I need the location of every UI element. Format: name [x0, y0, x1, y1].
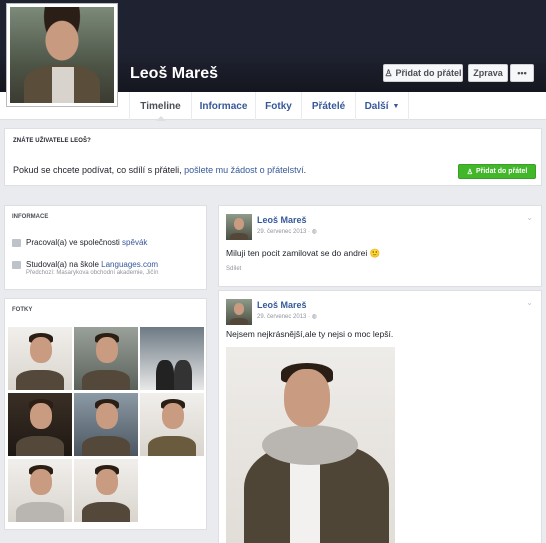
tab-label: Informace: [199, 100, 248, 112]
tab-label: Přátelé: [311, 100, 346, 112]
add-friend-label: Přidat do přátel: [395, 68, 462, 78]
tab-timeline[interactable]: Timeline: [129, 92, 191, 121]
photo-thumb[interactable]: [74, 459, 138, 522]
photo-thumb[interactable]: [140, 393, 204, 456]
chevron-down-icon: ▼: [392, 102, 400, 110]
know-message: Pokud se chcete podívat, co sdílí s přát…: [13, 165, 306, 175]
more-icon: •••: [517, 68, 527, 78]
info-card: INFORMACE Pracoval(a) ve společnosti spě…: [4, 205, 207, 290]
work-info: Pracoval(a) ve společnosti spěvák: [12, 238, 147, 247]
add-friend-button[interactable]: ♙ Přidat do přátel: [383, 64, 463, 82]
know-text-end: .: [303, 165, 307, 175]
photo-thumb[interactable]: [8, 327, 72, 390]
tab-informace[interactable]: Informace: [191, 92, 255, 120]
post-date-text: 29. červenec 2013 ·: [257, 229, 312, 235]
study-sub: Předchozí: Masarykova obchodní akademie,…: [26, 270, 159, 276]
post-date-text: 29. červenec 2013 ·: [257, 314, 312, 320]
post-options-icon[interactable]: ⌄: [526, 298, 533, 307]
work-link[interactable]: spěvák: [122, 238, 147, 247]
photo-thumb[interactable]: [8, 393, 72, 456]
post-card: Leoš Mareš 29. červenec 2013 · ◍ ⌄ Nejse…: [218, 290, 542, 543]
message-button[interactable]: Zprava: [468, 64, 508, 82]
tab-dalsi[interactable]: Další ▼: [355, 92, 409, 120]
add-friend-icon: ♙: [384, 67, 393, 78]
know-text: Pokud se chcete podívat, co sdílí s přát…: [13, 165, 185, 175]
photo-thumb[interactable]: [74, 393, 138, 456]
add-friend-icon: ♙: [466, 168, 473, 176]
study-prefix: Studoval(a) na škole: [26, 260, 102, 269]
know-heading: ZNÁTE UŽIVATELE LEOŠ?: [13, 138, 91, 144]
tab-label: Timeline: [140, 100, 181, 112]
post-author[interactable]: Leoš Mareš: [257, 215, 307, 225]
know-user-panel: ZNÁTE UŽIVATELE LEOŠ? Pokud se chcete po…: [4, 128, 542, 186]
add-friend-green-button[interactable]: ♙ Přidat do přátel: [458, 164, 536, 179]
school-icon: [12, 261, 21, 269]
photo-thumb[interactable]: [140, 327, 204, 390]
study-info: Studoval(a) na škole Languages.com: [12, 260, 158, 269]
tab-fotky[interactable]: Fotky: [255, 92, 301, 120]
profile-name[interactable]: Leoš Mareš: [130, 65, 218, 83]
globe-icon: ◍: [311, 229, 317, 235]
post-date[interactable]: 29. červenec 2013 · ◍: [257, 228, 317, 235]
work-prefix: Pracoval(a) ve společnosti: [26, 238, 123, 247]
post-avatar[interactable]: [226, 299, 252, 325]
post-avatar[interactable]: [226, 214, 252, 240]
photo-thumb[interactable]: [8, 459, 72, 522]
study-link[interactable]: Languages.com: [101, 260, 158, 269]
profile-picture-image: [10, 7, 114, 103]
post-photo[interactable]: [226, 347, 395, 543]
photo-thumb[interactable]: [74, 327, 138, 390]
message-label: Zprava: [473, 68, 503, 78]
info-heading: INFORMACE: [12, 214, 49, 220]
tab-pratele[interactable]: Přátelé: [301, 92, 355, 120]
profile-picture[interactable]: [6, 3, 118, 107]
briefcase-icon: [12, 239, 21, 247]
more-options-button[interactable]: •••: [510, 64, 534, 82]
friend-request-link[interactable]: pošlete mu žádost o přátelství: [184, 165, 304, 175]
post-options-icon[interactable]: ⌄: [526, 213, 533, 222]
photos-heading: FOTKY: [12, 307, 33, 313]
post-card: Leoš Mareš 29. červenec 2013 · ◍ ⌄ Miluj…: [218, 205, 542, 287]
photos-card: FOTKY: [4, 298, 207, 530]
share-link[interactable]: Sdílet: [226, 266, 241, 272]
add-friend-green-label: Přidat do přátel: [475, 168, 528, 175]
post-author[interactable]: Leoš Mareš: [257, 300, 307, 310]
post-date[interactable]: 29. červenec 2013 · ◍: [257, 313, 317, 320]
post-text: Nejsem nejkrásnější,ale ty nejsi o moc l…: [226, 329, 394, 339]
tab-label: Fotky: [265, 100, 292, 112]
tab-label: Další: [364, 100, 389, 112]
post-text: Miluji ten pocit zamilovat se do andrei …: [226, 248, 381, 258]
globe-icon: ◍: [311, 314, 317, 320]
